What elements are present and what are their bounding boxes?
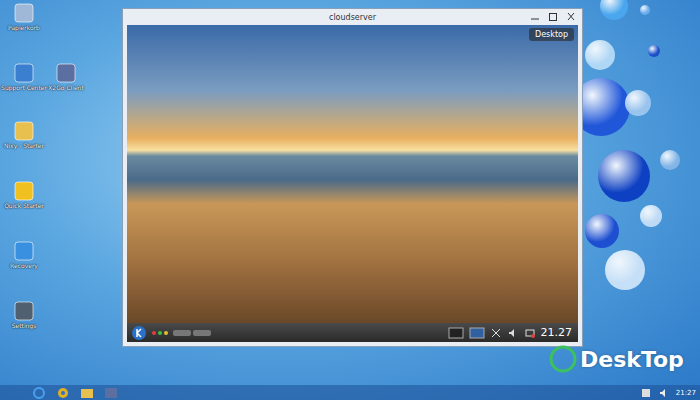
- desktop-icon[interactable]: X2Go Client: [46, 62, 86, 92]
- maximize-icon[interactable]: [546, 11, 560, 23]
- desktop-icon-label: Papierkorb: [8, 25, 40, 32]
- volume-icon[interactable]: [507, 327, 519, 339]
- task-button[interactable]: [193, 330, 211, 336]
- taskbar: 21:27: [0, 385, 700, 400]
- kde-panel: 21.27: [127, 323, 578, 342]
- title-bar: cloudserver: [127, 9, 578, 25]
- close-icon[interactable]: [564, 11, 578, 23]
- watermark: DeskTop: [548, 344, 684, 374]
- app-icon: [13, 62, 35, 84]
- desktop: Papierkorb Support Center X2Go Client Ni…: [0, 0, 700, 400]
- network-icon[interactable]: [524, 327, 536, 339]
- wallpaper-bubble: [605, 250, 645, 290]
- chrome-icon[interactable]: [54, 386, 72, 400]
- desktop-icon-label: Recovery: [10, 263, 38, 270]
- app-icon: [13, 180, 35, 202]
- wallpaper-bubble: [598, 150, 650, 202]
- remote-clock[interactable]: 21.27: [541, 326, 575, 339]
- remote-screen[interactable]: Desktop 21.27: [127, 25, 578, 342]
- taskbar-clock[interactable]: 21:27: [676, 389, 696, 397]
- activity-dot[interactable]: [152, 331, 156, 335]
- window-title: cloudserver: [127, 13, 578, 22]
- activity-dot[interactable]: [164, 331, 168, 335]
- x2go-icon[interactable]: [102, 386, 120, 400]
- wallpaper-bubble: [640, 5, 650, 15]
- desktop-icon[interactable]: Recovery: [4, 240, 44, 270]
- app-icon: [13, 240, 35, 262]
- desktop-icon-label: X2Go Client: [48, 85, 84, 92]
- watermark-text: DeskTop: [580, 347, 684, 372]
- kde-launcher-icon[interactable]: [131, 325, 147, 341]
- desktop-widget[interactable]: Desktop: [529, 28, 574, 41]
- app-icon: [13, 120, 35, 142]
- wallpaper-bubble: [585, 214, 619, 248]
- desktop-icon[interactable]: Papierkorb: [4, 2, 44, 32]
- desktop-icon[interactable]: Settings: [4, 300, 44, 330]
- minimize-icon[interactable]: [528, 11, 542, 23]
- wallpaper-bubble: [648, 45, 660, 57]
- scissors-icon[interactable]: [490, 327, 502, 339]
- desktop-icon-label: Support Center: [1, 85, 47, 92]
- activity-dot[interactable]: [158, 331, 162, 335]
- wallpaper-bubble: [640, 205, 662, 227]
- ie-icon[interactable]: [30, 386, 48, 400]
- tray-flag-icon[interactable]: [640, 387, 652, 399]
- wallpaper-bubble: [660, 150, 680, 170]
- app-icon: [13, 300, 35, 322]
- desktop-icon-label: Nixy - Starter: [4, 143, 44, 150]
- wallpaper-photo: Desktop: [127, 25, 578, 323]
- desktop-icon[interactable]: Support Center: [4, 62, 44, 92]
- screen-icon[interactable]: [469, 327, 485, 339]
- remote-window[interactable]: cloudserver Desktop 21.27: [122, 8, 583, 347]
- explorer-icon[interactable]: [78, 386, 96, 400]
- watermark-logo-icon: [548, 344, 578, 374]
- tray-volume-icon[interactable]: [658, 387, 670, 399]
- wallpaper-bubble: [625, 90, 651, 116]
- wallpaper-bubble: [585, 40, 615, 70]
- task-button[interactable]: [173, 330, 191, 336]
- app-icon: [13, 2, 35, 24]
- wallpaper-bubble: [600, 0, 628, 20]
- desktop-icon[interactable]: Nixy - Starter: [4, 120, 44, 150]
- desktop-icon-label: Settings: [12, 323, 37, 330]
- desktop-icon-label: Quick Starter: [4, 203, 44, 210]
- desktop-icon[interactable]: Quick Starter: [4, 180, 44, 210]
- app-icon: [55, 62, 77, 84]
- terminal-icon[interactable]: [448, 327, 464, 339]
